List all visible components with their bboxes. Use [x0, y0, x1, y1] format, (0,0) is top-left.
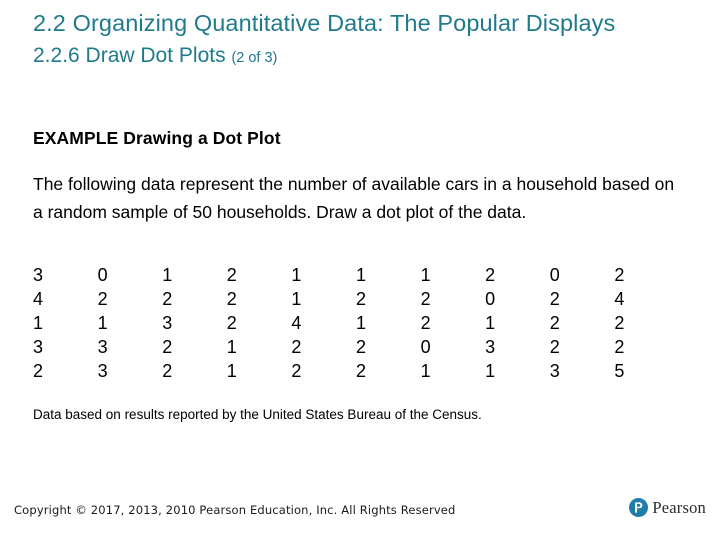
table-cell: 1 — [226, 337, 237, 357]
table-cell: 2 — [355, 289, 366, 309]
slide-footer: Copyright © 2017, 2013, 2010 Pearson Edu… — [0, 494, 720, 540]
subtitle-progress-text: (2 of 3) — [231, 50, 278, 66]
table-cell: 1 — [355, 265, 366, 285]
data-values-table: 3 0 1 2 1 1 1 2 0 2 4 2 2 2 1 2 2 0 2 4 … — [33, 263, 679, 383]
table-cell: 0 — [549, 265, 560, 285]
table-cell: 2 — [226, 265, 237, 285]
table-cell: 3 — [97, 361, 108, 381]
slide-canvas: 2.2 Organizing Quantitative Data: The Po… — [0, 0, 720, 540]
table-cell: 0 — [420, 337, 431, 357]
table-cell: 1 — [420, 265, 431, 285]
table-cell: 3 — [162, 313, 173, 333]
table-cell: 2 — [614, 313, 625, 333]
table-cell: 2 — [485, 265, 496, 285]
table-cell: 2 — [226, 289, 237, 309]
table-cell: 2 — [549, 337, 560, 357]
table-cell: 2 — [614, 265, 625, 285]
example-prompt: The following data represent the number … — [33, 174, 675, 222]
table-cell: 1 — [162, 265, 173, 285]
table-cell: 2 — [420, 313, 431, 333]
table-cell: 2 — [355, 337, 366, 357]
table-cell: 2 — [614, 337, 625, 357]
table-row: 3 3 2 1 2 2 0 3 2 2 — [33, 335, 679, 359]
source-note: Data based on results reported by the Un… — [33, 407, 482, 422]
table-cell: 2 — [420, 289, 431, 309]
table-cell: 1 — [485, 361, 496, 381]
table-cell: 0 — [485, 289, 496, 309]
table-cell: 1 — [485, 313, 496, 333]
table-cell: 2 — [291, 337, 302, 357]
table-cell: 2 — [162, 289, 173, 309]
page-subtitle: 2.2.6 Draw Dot Plots (2 of 3) — [33, 41, 653, 73]
table-cell: 1 — [33, 313, 44, 333]
table-cell: 1 — [226, 361, 237, 381]
table-cell: 2 — [162, 337, 173, 357]
page-title: 2.2 Organizing Quantitative Data: The Po… — [33, 10, 616, 36]
table-cell: 2 — [291, 361, 302, 381]
table-cell: 2 — [549, 313, 560, 333]
table-cell: 3 — [549, 361, 560, 381]
title-block: 2.2 Organizing Quantitative Data: The Po… — [33, 7, 653, 73]
data-table-body: 3 0 1 2 1 1 1 2 0 2 4 2 2 2 1 2 2 0 2 4 … — [33, 263, 679, 383]
table-cell: 0 — [97, 265, 108, 285]
table-cell: 2 — [33, 361, 44, 381]
table-cell: 2 — [355, 361, 366, 381]
table-cell: 2 — [97, 289, 108, 309]
table-cell: 2 — [162, 361, 173, 381]
table-cell: 2 — [549, 289, 560, 309]
table-cell: 5 — [614, 361, 625, 381]
table-cell: 1 — [420, 361, 431, 381]
subtitle-main-text: 2.2.6 Draw Dot Plots — [33, 44, 226, 67]
table-cell: 3 — [33, 265, 44, 285]
table-cell: 1 — [291, 265, 302, 285]
table-row: 1 1 3 2 4 1 2 1 2 2 — [33, 311, 679, 335]
table-cell: 1 — [355, 313, 366, 333]
pearson-wordmark: Pearson — [652, 498, 706, 517]
example-heading: EXAMPLE Drawing a Dot Plot — [33, 128, 281, 148]
table-cell: 1 — [97, 313, 108, 333]
table-cell: 4 — [614, 289, 625, 309]
table-cell: 3 — [97, 337, 108, 357]
copyright-text: Copyright © 2017, 2013, 2010 Pearson Edu… — [14, 503, 456, 517]
pearson-logo: Pearson — [629, 498, 706, 517]
table-row: 2 3 2 1 2 2 1 1 3 5 — [33, 359, 679, 383]
table-cell: 2 — [226, 313, 237, 333]
table-cell: 3 — [485, 337, 496, 357]
table-cell: 3 — [33, 337, 44, 357]
table-row: 3 0 1 2 1 1 1 2 0 2 — [33, 263, 679, 287]
pearson-circle-p-icon — [629, 498, 649, 517]
table-cell: 4 — [33, 289, 44, 309]
table-row: 4 2 2 2 1 2 2 0 2 4 — [33, 287, 679, 311]
table-cell: 4 — [291, 313, 302, 333]
table-cell: 1 — [291, 289, 302, 309]
